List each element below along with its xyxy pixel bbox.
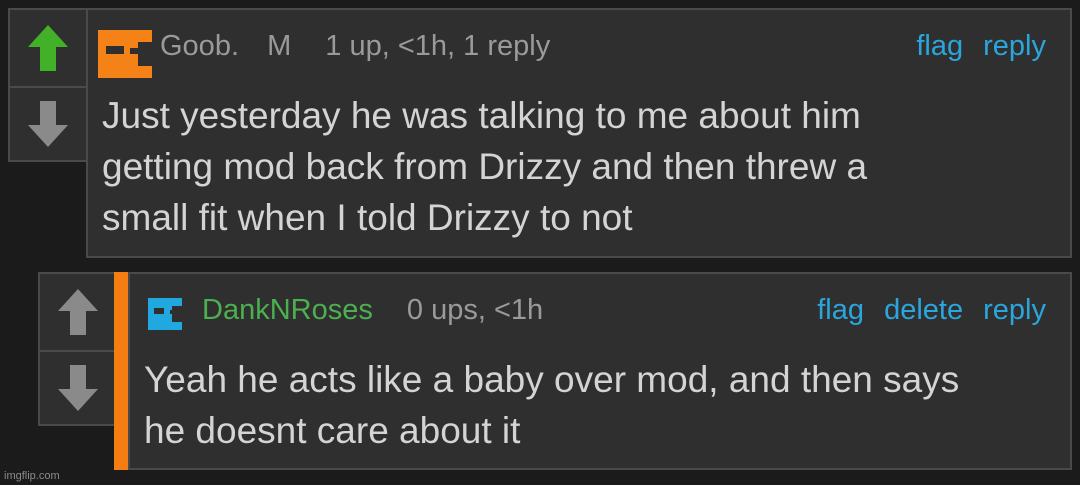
- flag-link[interactable]: flag: [817, 294, 864, 326]
- username[interactable]: DankNRoses: [202, 294, 373, 326]
- downvote-button-2[interactable]: [40, 352, 116, 424]
- comment-meta: Goob. M 1 up, <1h, 1 reply: [160, 30, 550, 63]
- up-arrow-icon: [58, 289, 98, 335]
- comment-stats: 1 up, <1h, 1 reply: [325, 30, 551, 62]
- comment-body: Yeah he acts like a baby over mod, and t…: [144, 359, 960, 451]
- comment-2: DankNRoses 0 ups, <1h flag delete reply …: [128, 272, 1072, 470]
- up-arrow-icon: [28, 25, 68, 71]
- reply-link[interactable]: reply: [983, 294, 1046, 326]
- watermark: imgflip.com: [4, 470, 60, 482]
- flag-link[interactable]: flag: [916, 30, 963, 62]
- comment-actions: flag delete reply: [805, 294, 1046, 327]
- reply-link[interactable]: reply: [983, 30, 1046, 62]
- comment-stats: 0 ups, <1h: [406, 294, 544, 326]
- comment-actions: flag reply: [904, 30, 1046, 63]
- upvote-button-1[interactable]: [10, 10, 86, 86]
- upvote-button-2[interactable]: [40, 274, 116, 350]
- comment-body: Just yesterday he was talking to me abou…: [102, 95, 868, 238]
- comment-meta: DankNRoses 0 ups, <1h: [202, 294, 543, 327]
- down-arrow-icon: [28, 101, 68, 147]
- delete-link[interactable]: delete: [884, 294, 963, 326]
- vote-column-1: [8, 8, 88, 162]
- avatar-icon: [98, 30, 152, 78]
- downvote-button-1[interactable]: [10, 88, 86, 160]
- vote-column-2: [38, 272, 118, 426]
- username[interactable]: Goob.: [160, 30, 239, 62]
- down-arrow-icon: [58, 365, 98, 411]
- avatar-icon: [148, 298, 182, 330]
- mod-badge: M: [267, 30, 292, 62]
- comment-1: Goob. M 1 up, <1h, 1 reply flag reply Ju…: [86, 8, 1072, 258]
